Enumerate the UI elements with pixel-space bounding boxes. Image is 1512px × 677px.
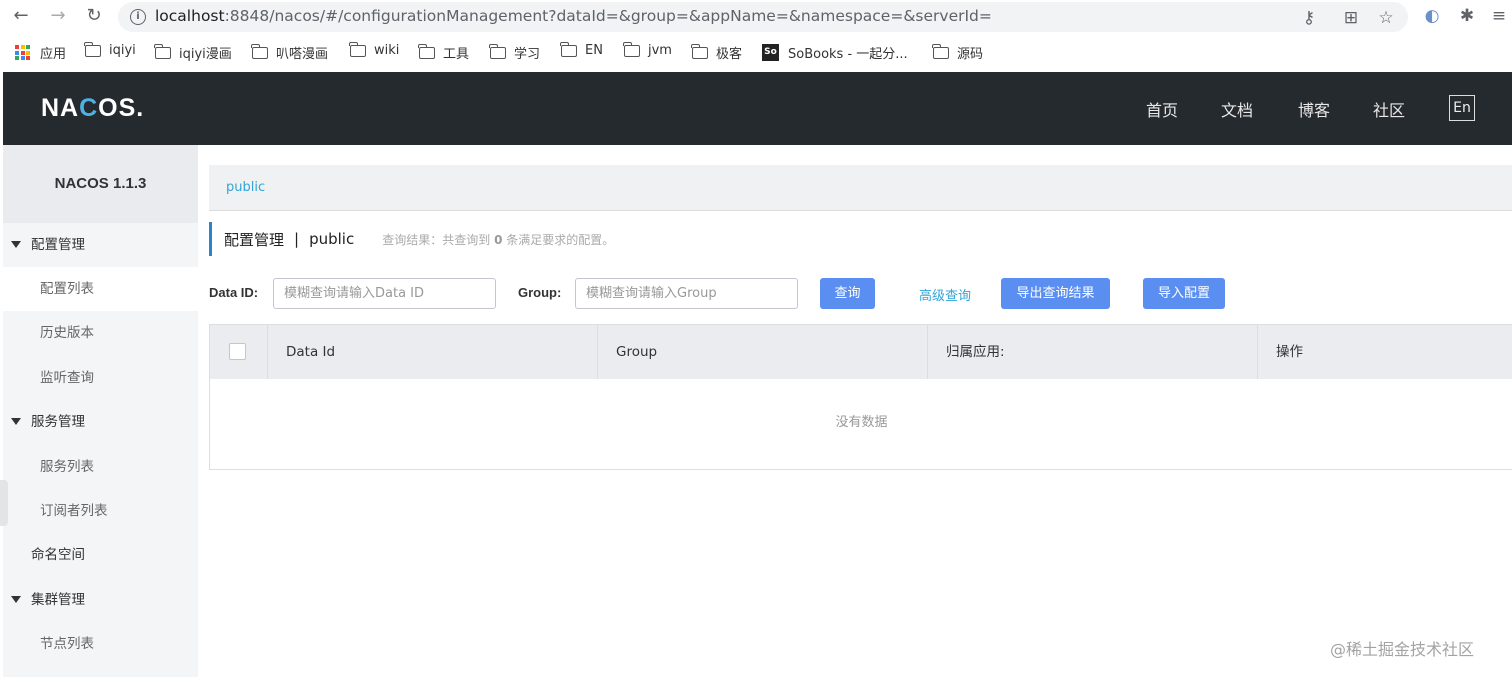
info-icon[interactable]: i: [130, 9, 146, 25]
translate-icon[interactable]: ⊞: [1340, 8, 1362, 28]
sidebar-group-config[interactable]: 配置管理: [3, 223, 198, 267]
sidebar-item-subscriber[interactable]: 订阅者列表: [3, 489, 198, 533]
forward-arrow-icon[interactable]: →: [47, 5, 69, 27]
advanced-query-link[interactable]: 高级查询: [919, 285, 971, 304]
address-bar[interactable]: i localhost:8848/nacos/#/configurationMa…: [118, 2, 1408, 32]
reload-icon[interactable]: ↻: [83, 5, 105, 27]
folder-icon: [623, 41, 640, 57]
config-table: Data Id Group 归属应用: 操作 没有数据: [209, 324, 1512, 470]
sidebar-item-service-list[interactable]: 服务列表: [3, 445, 198, 489]
back-arrow-icon[interactable]: ←: [10, 5, 32, 27]
namespace-bar: public: [209, 165, 1512, 211]
folder-icon: [349, 41, 366, 57]
puzzle-icon[interactable]: ✱: [1456, 6, 1478, 26]
key-icon[interactable]: ⚷: [1298, 8, 1320, 28]
sidebar-item-config-list[interactable]: 配置列表: [3, 267, 198, 311]
nacos-logo[interactable]: NACOS.: [41, 94, 144, 123]
sidebar-group-cluster[interactable]: 集群管理: [3, 578, 198, 622]
bookmark-folder[interactable]: 源码: [932, 43, 983, 62]
extension-icon[interactable]: ◐: [1421, 6, 1443, 26]
group-label: Group:: [518, 285, 562, 300]
nav-community[interactable]: 社区: [1373, 97, 1405, 121]
url-text[interactable]: localhost:8848/nacos/#/configurationMana…: [155, 7, 992, 25]
caret-down-icon: [11, 241, 21, 248]
sidebar-item-history[interactable]: 历史版本: [3, 311, 198, 355]
bookmark-folder[interactable]: iqiyi漫画: [154, 43, 232, 62]
bookmark-folder[interactable]: 叭嗒漫画: [251, 43, 328, 62]
sidebar-item-namespace[interactable]: 命名空间: [3, 533, 198, 577]
apps-grid-icon: [15, 45, 30, 60]
sobooks-icon: So: [762, 44, 779, 61]
page-title-namespace: public: [309, 230, 355, 248]
bookmark-folder[interactable]: EN: [560, 41, 603, 58]
select-all-cell: [210, 325, 268, 379]
column-data-id: Data Id: [268, 325, 598, 379]
sidebar-collapse-handle[interactable]: [0, 480, 8, 526]
folder-icon: [154, 43, 171, 59]
data-id-input[interactable]: [273, 278, 496, 309]
nav-home[interactable]: 首页: [1146, 97, 1178, 121]
folder-icon: [932, 43, 949, 59]
bookmark-apps[interactable]: 应用: [15, 43, 66, 62]
nav-docs[interactable]: 文档: [1221, 97, 1253, 121]
caret-down-icon: [11, 418, 21, 425]
version-label: NACOS 1.1.3: [3, 145, 198, 223]
folder-icon: [691, 43, 708, 59]
folder-icon: [84, 41, 101, 57]
query-result-summary: 查询结果：共查询到 0 条满足要求的配置。: [382, 232, 615, 247]
bookmark-folder[interactable]: jvm: [623, 41, 672, 58]
bookmark-folder[interactable]: 极客: [691, 43, 742, 62]
folder-icon: [489, 43, 506, 59]
sidebar-item-nodes[interactable]: 节点列表: [3, 622, 198, 666]
group-input[interactable]: [575, 278, 798, 309]
sidebar-item-listener[interactable]: 监听查询: [3, 356, 198, 400]
bookmark-folder[interactable]: wiki: [349, 41, 399, 58]
top-navbar: NACOS. 首页 文档 博客 社区 En: [3, 72, 1512, 145]
namespace-tab-public[interactable]: public: [226, 180, 265, 195]
query-button[interactable]: 查询: [820, 278, 875, 309]
watermark: @稀土掘金技术社区: [1330, 640, 1475, 659]
folder-icon: [251, 43, 268, 59]
bookmark-folder[interactable]: 学习: [489, 43, 540, 62]
folder-icon: [418, 43, 435, 59]
page-title: 配置管理 | public 查询结果：共查询到 0 条满足要求的配置。: [209, 222, 614, 256]
sidebar-group-service[interactable]: 服务管理: [3, 400, 198, 444]
data-id-label: Data ID:: [209, 285, 259, 300]
nav-blog[interactable]: 博客: [1298, 97, 1330, 121]
media-icon[interactable]: ≡: [1488, 6, 1510, 26]
bookmark-sobooks[interactable]: So SoBooks - 一起分...: [762, 43, 908, 62]
table-header: Data Id Group 归属应用: 操作: [210, 325, 1512, 379]
export-results-button[interactable]: 导出查询结果: [1001, 278, 1110, 309]
bookmarks-bar: 应用 iqiyi iqiyi漫画 叭嗒漫画 wiki 工具 学习 EN jvm …: [0, 34, 1512, 70]
column-app: 归属应用:: [928, 325, 1258, 379]
select-all-checkbox[interactable]: [229, 343, 246, 360]
star-icon[interactable]: ☆: [1375, 8, 1397, 28]
sidebar: NACOS 1.1.3 配置管理 配置列表 历史版本 监听查询 服务管理 服务列…: [3, 145, 198, 677]
bookmark-folder[interactable]: iqiyi: [84, 41, 136, 58]
column-actions: 操作: [1276, 344, 1303, 360]
column-group: Group: [598, 325, 928, 379]
caret-down-icon: [11, 596, 21, 603]
folder-icon: [560, 41, 577, 57]
empty-state-text: 没有数据: [835, 415, 888, 430]
browser-toolbar: ← → ↻ i localhost:8848/nacos/#/configura…: [0, 0, 1512, 34]
bookmark-folder[interactable]: 工具: [418, 43, 469, 62]
language-toggle-button[interactable]: En: [1449, 95, 1475, 121]
import-config-button[interactable]: 导入配置: [1143, 278, 1225, 309]
